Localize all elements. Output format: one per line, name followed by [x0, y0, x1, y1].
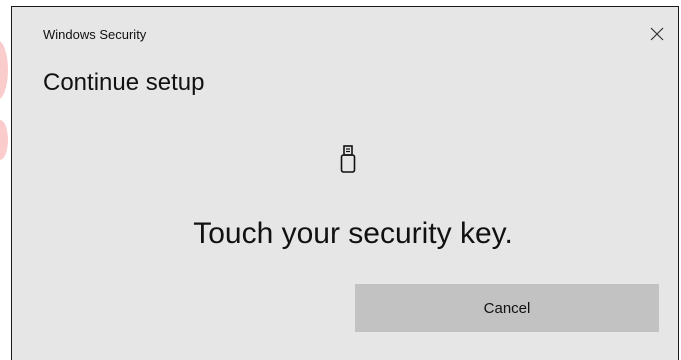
background-decoration — [0, 40, 8, 100]
dialog-title: Windows Security — [43, 27, 147, 42]
usb-security-key-icon — [340, 145, 356, 173]
instruction-message: Touch your security key. — [193, 217, 513, 250]
cancel-button[interactable]: Cancel — [355, 284, 659, 332]
close-button[interactable] — [642, 19, 672, 49]
background-decoration — [0, 120, 8, 160]
close-icon — [650, 27, 664, 41]
dialog-heading: Continue setup — [43, 69, 205, 96]
windows-security-dialog: Windows Security Continue setup Touch yo… — [11, 6, 679, 360]
